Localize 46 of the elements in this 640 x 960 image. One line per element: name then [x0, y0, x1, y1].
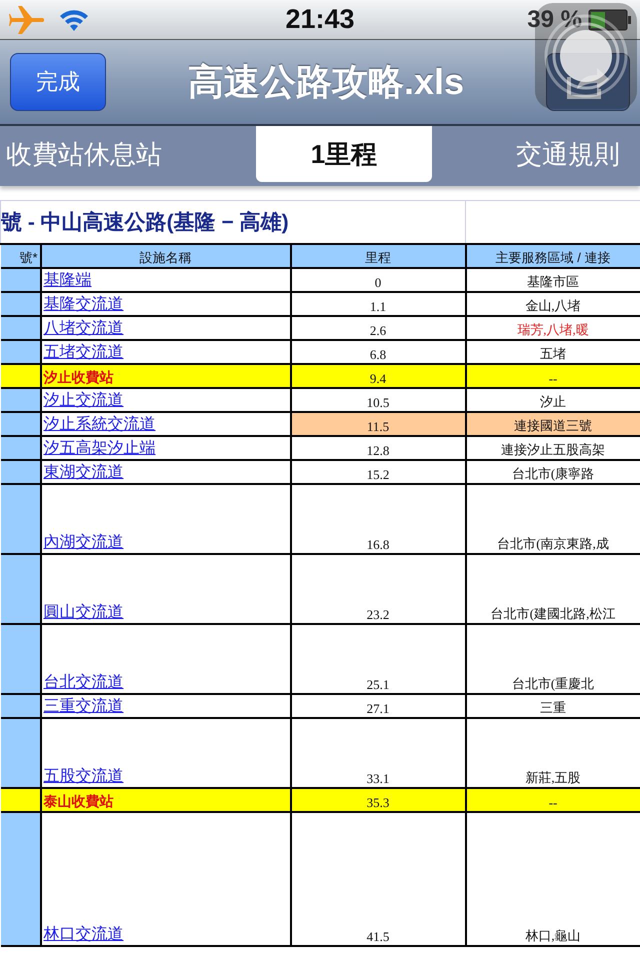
column-header: 里程	[290, 244, 466, 268]
table-cell: 9.4	[290, 364, 466, 388]
facility-link[interactable]: 內湖交流道	[44, 534, 124, 551]
table-cell: 35.3	[290, 788, 466, 812]
airplane-icon	[8, 4, 44, 34]
sheet-tab[interactable]: 1里程	[256, 126, 432, 182]
battery-percent: 39 %	[527, 6, 582, 34]
table-cell: 25.1	[290, 624, 466, 694]
facility-link[interactable]: 八堵交流道	[44, 320, 124, 337]
table-cell: 41.5	[290, 812, 466, 946]
table-cell: 12.8	[290, 436, 466, 460]
facility-link[interactable]: 基隆端	[44, 272, 92, 289]
column-header: 設施名稱	[40, 244, 290, 268]
table-cell: 11.5	[290, 412, 466, 436]
facility-link[interactable]: 圓山交流道	[44, 604, 124, 621]
table-cell: 2.6	[290, 316, 466, 340]
table-cell: --	[466, 364, 640, 388]
facility-link[interactable]: 台北交流道	[44, 674, 124, 691]
facility-link[interactable]: 汐止交流道	[44, 392, 124, 409]
table-cell: 23.2	[290, 554, 466, 624]
table-cell: 連接國道三號	[466, 412, 640, 436]
table-cell: --	[466, 788, 640, 812]
facility-link[interactable]: 汐止系統交流道	[44, 416, 156, 433]
column-header: 號*	[0, 244, 40, 268]
facility-link[interactable]: 基隆交流道	[44, 296, 124, 313]
table-cell: 0	[290, 268, 466, 292]
facility-link[interactable]: 三重交流道	[44, 698, 124, 715]
facility-link[interactable]: 五股交流道	[44, 768, 124, 785]
battery-icon	[588, 8, 632, 30]
done-button[interactable]: 完成	[10, 53, 106, 111]
facility-link[interactable]: 林口交流道	[44, 926, 124, 943]
table-cell: 1.1	[290, 292, 466, 316]
sheet-tab[interactable]: 交通規則	[432, 126, 640, 182]
status-time: 21:43	[285, 4, 355, 35]
facility-link[interactable]: 汐五高架汐止端	[44, 440, 156, 457]
column-header: 主要服務區域 / 連接	[466, 244, 640, 268]
table-cell: 16.8	[290, 484, 466, 554]
table-cell: 15.2	[290, 460, 466, 484]
facility-link[interactable]: 東湖交流道	[44, 464, 124, 481]
table-cell: 汐止收費站	[40, 364, 290, 388]
document-title: 高速公路攻略.xls	[188, 60, 464, 102]
sheet-tab[interactable]: 收費站休息站	[0, 126, 256, 182]
table-cell: 泰山收費站	[40, 788, 290, 812]
wifi-icon	[58, 8, 90, 32]
facility-link[interactable]: 五堵交流道	[44, 344, 124, 361]
table-cell: 27.1	[290, 694, 466, 718]
